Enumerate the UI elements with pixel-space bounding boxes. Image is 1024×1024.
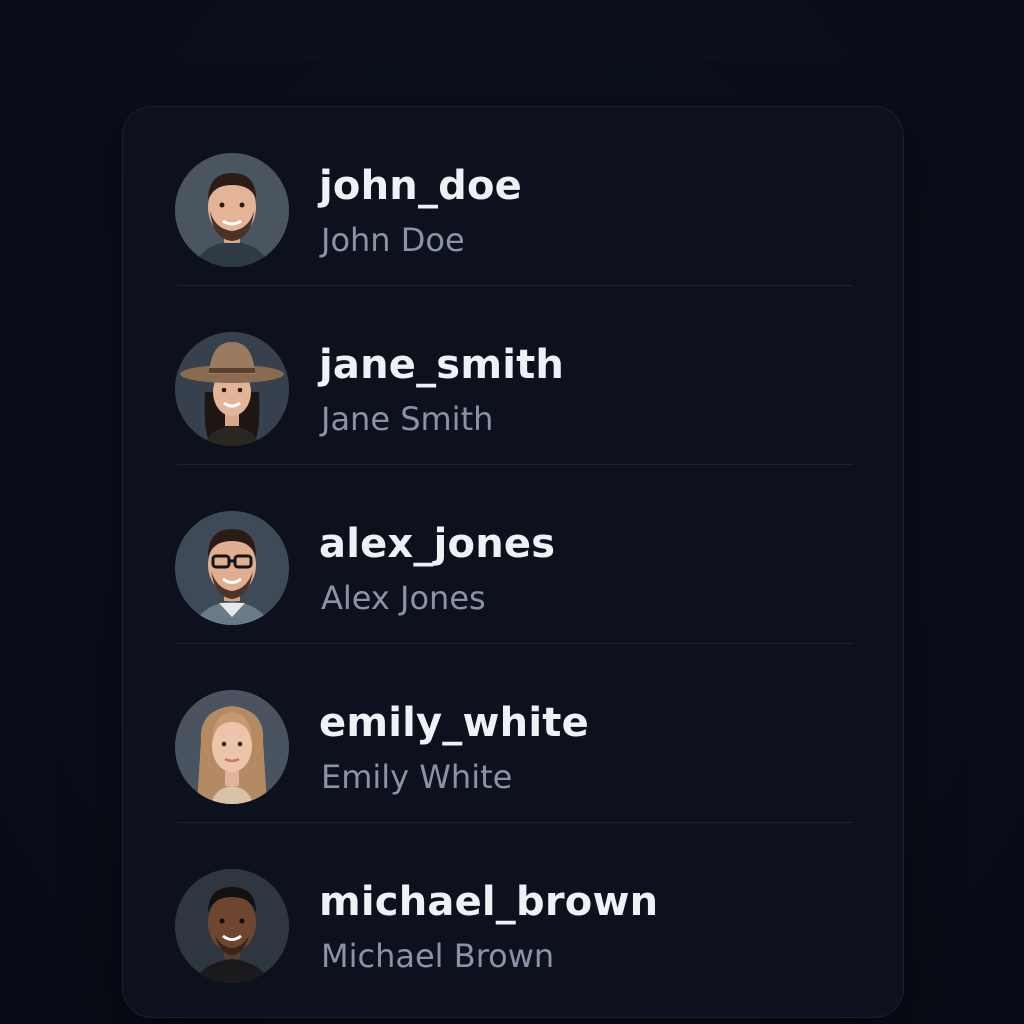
full-name: Emily White — [321, 758, 513, 796]
full-name: Michael Brown — [321, 937, 555, 975]
username: michael_brown — [319, 879, 659, 925]
user-list-item-john-doe[interactable]: john_doe John Doe — [123, 107, 903, 286]
username: jane_smith — [319, 342, 565, 388]
avatar — [175, 511, 289, 625]
user-list-item-alex-jones[interactable]: alex_jones Alex Jones — [123, 465, 903, 644]
avatar — [175, 690, 289, 804]
avatar — [175, 869, 289, 983]
avatar-man-short-hair-icon — [175, 869, 289, 983]
full-name: John Doe — [321, 221, 465, 259]
avatar-man-beard-icon — [175, 153, 289, 267]
username: emily_white — [319, 700, 589, 746]
full-name: Alex Jones — [321, 579, 486, 617]
user-list-item-michael-brown[interactable]: michael_brown Michael Brown — [123, 823, 903, 1002]
user-list-item-emily-white[interactable]: emily_white Emily White — [123, 644, 903, 823]
avatar — [175, 153, 289, 267]
avatar-woman-long-hair-icon — [175, 690, 289, 804]
avatar-woman-hat-icon — [175, 332, 289, 446]
username: alex_jones — [319, 521, 556, 567]
user-list-card: john_doe John Doe jane_smith Jane Smith … — [122, 106, 904, 1018]
username: john_doe — [319, 163, 522, 209]
avatar — [175, 332, 289, 446]
page-background: john_doe John Doe jane_smith Jane Smith … — [0, 0, 1024, 1024]
full-name: Jane Smith — [321, 400, 494, 438]
user-list-item-jane-smith[interactable]: jane_smith Jane Smith — [123, 286, 903, 465]
avatar-man-glasses-icon — [175, 511, 289, 625]
